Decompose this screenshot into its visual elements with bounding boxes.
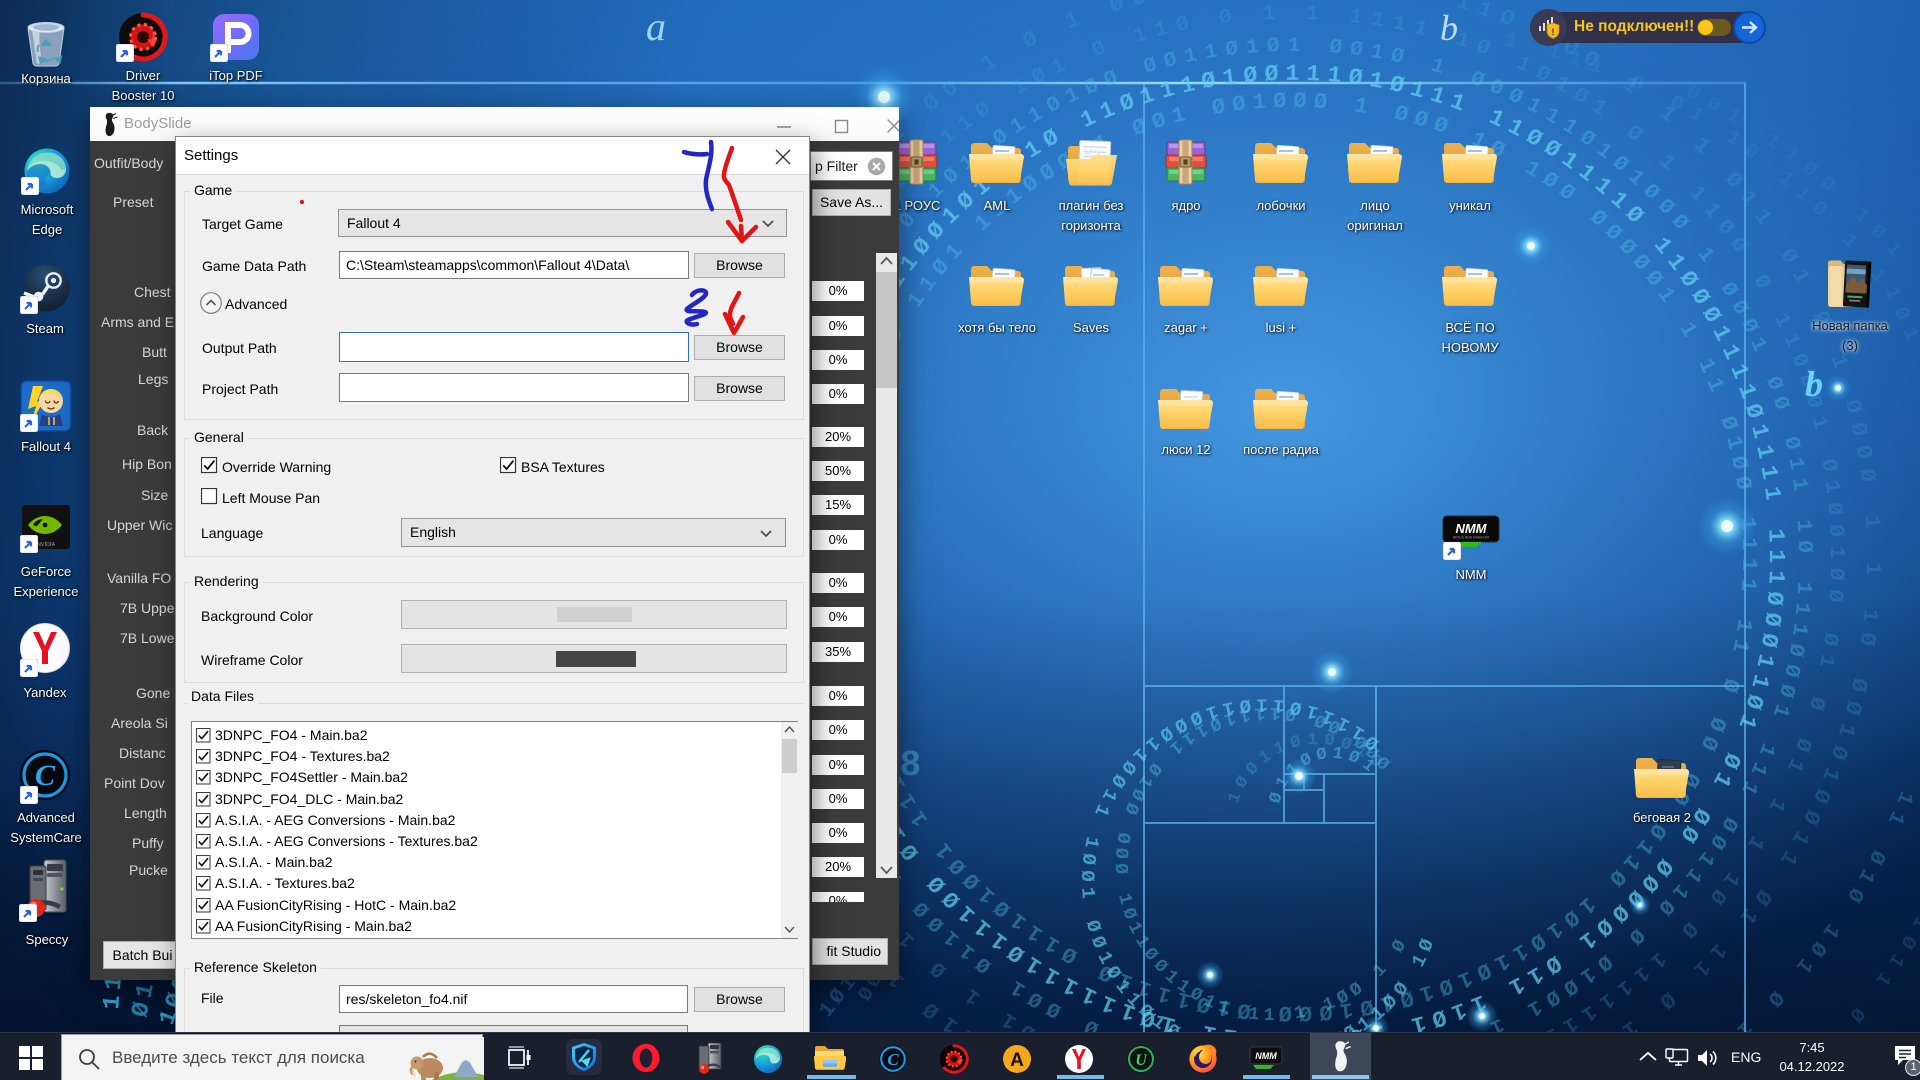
svg-text:C: C <box>887 1050 899 1069</box>
svg-text:!: ! <box>1552 27 1555 37</box>
svg-text:NMM: NMM <box>1255 1051 1277 1061</box>
svg-text:U: U <box>1135 1052 1148 1069</box>
svg-text:A: A <box>1010 1050 1024 1071</box>
